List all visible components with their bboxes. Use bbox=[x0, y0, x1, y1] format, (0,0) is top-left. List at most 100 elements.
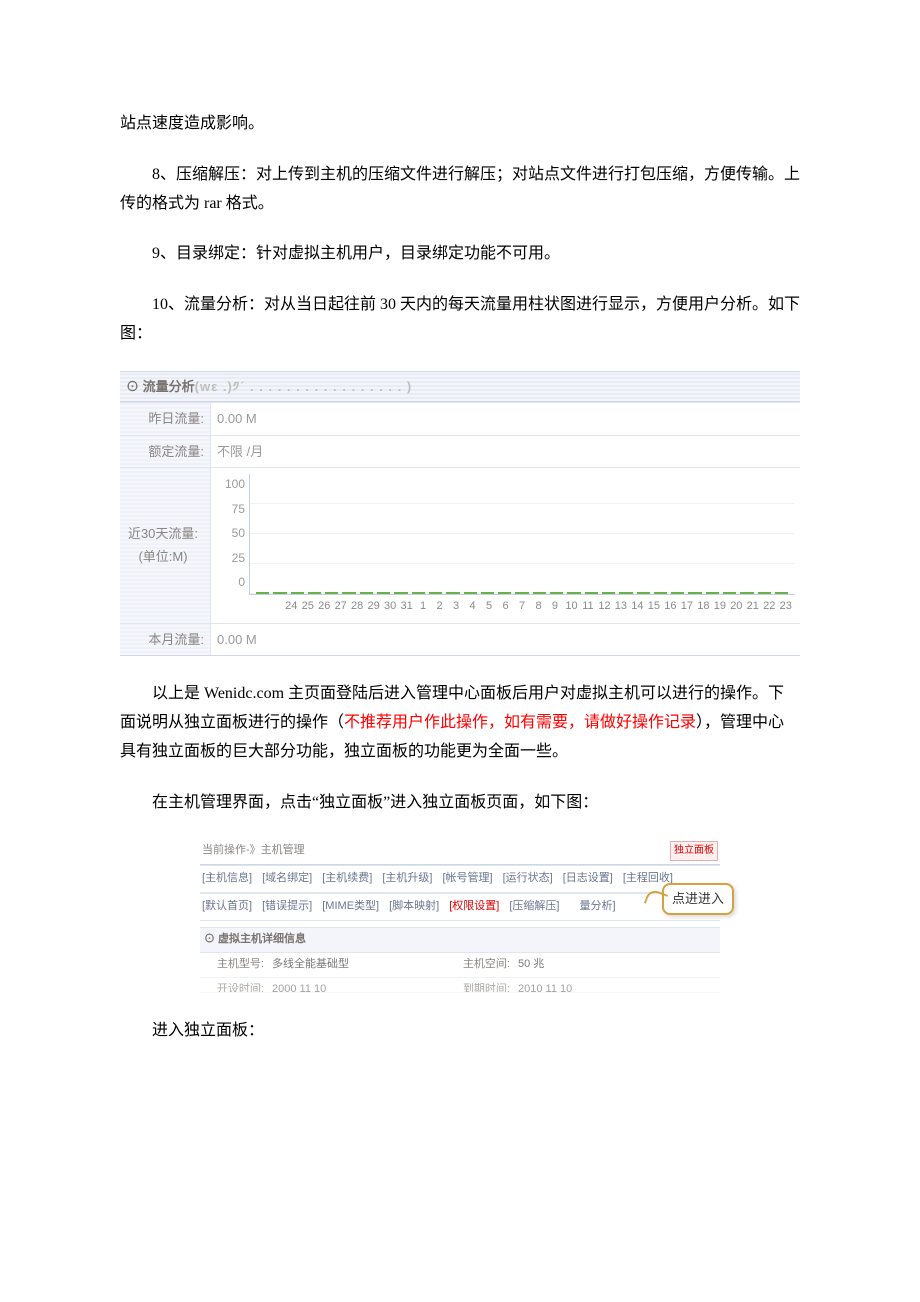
chart-bar bbox=[412, 592, 425, 594]
host-nav-row-1: [主机信息] [域名绑定] [主机续费] [主机升级] [帐号管理] [运行状态] [日志设… bbox=[200, 865, 720, 893]
chart-xtick: 10 bbox=[563, 597, 579, 617]
chart-xtick: 27 bbox=[332, 597, 348, 617]
chart-xtick: 22 bbox=[761, 597, 777, 617]
host-expire-time-value: 2010 11 10 bbox=[514, 978, 692, 992]
chart-bar bbox=[585, 592, 598, 594]
host-nav-item[interactable]: [帐号管理] bbox=[443, 869, 493, 889]
yesterday-traffic-value: 0.00 M bbox=[211, 403, 800, 434]
callout-click-enter: 点进进入 bbox=[662, 883, 734, 914]
chart-bar bbox=[291, 592, 304, 594]
chart-bar bbox=[758, 592, 771, 594]
chart-xtick: 28 bbox=[349, 597, 365, 617]
traffic-panel-header: ⊙ 流量分析(wε .)༡ˊ . . . . . . . . . . . . .… bbox=[120, 371, 800, 402]
independent-panel-link[interactable]: 独立面板 bbox=[670, 841, 718, 861]
chart-bar bbox=[308, 592, 321, 594]
breadcrumb: 当前操作-》主机管理 bbox=[202, 841, 305, 861]
chart-ytick: 100 bbox=[225, 474, 245, 496]
paragraph-item-10: 10、流量分析：对从当日起往前 30 天内的每天流量用柱状图进行显示，方便用户分… bbox=[120, 291, 800, 349]
host-space-value: 50 兆 bbox=[514, 953, 692, 977]
chart-bar bbox=[429, 592, 442, 594]
host-detail-row: 主机型号: 多线全能基础型 主机空间: 50 兆 bbox=[200, 953, 720, 978]
chart-bar bbox=[325, 592, 338, 594]
paragraph-item-8: 8、压缩解压：对上传到主机的压缩文件进行解压；对站点文件进行打包压缩，方便传输。… bbox=[120, 161, 800, 219]
chart-bar bbox=[706, 592, 719, 594]
chart-xtick: 29 bbox=[365, 597, 381, 617]
chart-ytick: 75 bbox=[232, 499, 245, 521]
chart-bar bbox=[256, 592, 269, 594]
chart-xtick: 25 bbox=[299, 597, 315, 617]
host-nav-item-permissions[interactable]: [权限设置] bbox=[449, 897, 499, 917]
chart-bar bbox=[446, 592, 459, 594]
host-open-time-label: 开设时间: bbox=[200, 978, 268, 992]
host-nav-row-2: [默认首页] [错误提示] [MIME类型] [脚本映射] [权限设置] [压缩解压] 量分… bbox=[200, 893, 720, 921]
chart-bar bbox=[740, 592, 753, 594]
chart-xtick: 14 bbox=[629, 597, 645, 617]
chart-xtick: 12 bbox=[596, 597, 612, 617]
chart-xtick: 8 bbox=[530, 597, 546, 617]
host-nav-item[interactable]: [MIME类型] bbox=[322, 897, 379, 917]
chart-xtick: 26 bbox=[316, 597, 332, 617]
host-nav-item[interactable]: [默认首页] bbox=[202, 897, 252, 917]
chart-xtick: 13 bbox=[613, 597, 629, 617]
chart-xtick: 21 bbox=[745, 597, 761, 617]
chart-bar bbox=[515, 592, 528, 594]
month-traffic-label: 本月流量: bbox=[120, 624, 211, 655]
chart-bar bbox=[775, 592, 788, 594]
host-nav-item[interactable]: [运行状态] bbox=[503, 869, 553, 889]
paragraph-after-traffic-warning: 不推荐用户作此操作，如有需要，请做好操作记录 bbox=[344, 714, 696, 731]
chart-ytick: 25 bbox=[232, 548, 245, 570]
near30-traffic-chart-cell: 1007550250 24252627282930311234567891011… bbox=[211, 468, 800, 623]
chart-bar bbox=[637, 592, 650, 594]
host-nav-item[interactable]: [压缩解压] bbox=[509, 897, 559, 917]
chart-bar bbox=[481, 592, 494, 594]
month-traffic-value: 0.00 M bbox=[211, 624, 800, 655]
chart-bar bbox=[273, 592, 286, 594]
quota-traffic-value: 不限 /月 bbox=[211, 436, 800, 467]
chart-xtick: 19 bbox=[712, 597, 728, 617]
chart-bar bbox=[498, 592, 511, 594]
chart-xtick: 2 bbox=[431, 597, 447, 617]
host-open-time-value: 2000 11 10 bbox=[268, 978, 446, 992]
host-nav-item[interactable]: [主机续费] bbox=[322, 869, 372, 889]
chart-bar bbox=[377, 592, 390, 594]
chart-bar bbox=[464, 592, 477, 594]
paragraph-host-panel-intro: 在主机管理界面，点击“独立面板”进入独立面板页面，如下图： bbox=[120, 789, 800, 818]
chart-ytick: 0 bbox=[238, 572, 245, 594]
chart-xtick: 4 bbox=[464, 597, 480, 617]
chart-xtick: 1 bbox=[415, 597, 431, 617]
host-nav-item[interactable]: [域名绑定] bbox=[262, 869, 312, 889]
chart-xtick: 6 bbox=[497, 597, 513, 617]
host-space-label: 主机空间: bbox=[446, 953, 514, 977]
host-detail-section-title: ⊙ 虚拟主机详细信息 bbox=[200, 927, 720, 953]
near30-traffic-label: 近30天流量: (单位:M) bbox=[120, 468, 211, 623]
chart-xtick: 7 bbox=[514, 597, 530, 617]
chart-ytick: 50 bbox=[232, 523, 245, 545]
chart-bar bbox=[602, 592, 615, 594]
host-nav-item[interactable]: [脚本映射] bbox=[389, 897, 439, 917]
host-detail-row: 开设时间: 2000 11 10 到期时间: 2010 11 10 bbox=[200, 978, 720, 993]
host-model-label: 主机型号: bbox=[200, 953, 268, 977]
host-nav-item[interactable]: [错误提示] bbox=[262, 897, 312, 917]
chart-xtick: 20 bbox=[728, 597, 744, 617]
chart-xtick: 24 bbox=[283, 597, 299, 617]
host-expire-time-label: 到期时间: bbox=[446, 978, 514, 992]
host-model-value: 多线全能基础型 bbox=[268, 953, 446, 977]
chart-xtick: 16 bbox=[662, 597, 678, 617]
paragraph-item-9: 9、目录绑定：针对虚拟主机用户，目录绑定功能不可用。 bbox=[120, 240, 800, 269]
chart-bar bbox=[550, 592, 563, 594]
chart-bar bbox=[654, 592, 667, 594]
chart-bar bbox=[533, 592, 546, 594]
chart-bar bbox=[688, 592, 701, 594]
host-nav-item[interactable]: [主机信息] bbox=[202, 869, 252, 889]
chart-xtick: 18 bbox=[695, 597, 711, 617]
chart-bar bbox=[567, 592, 580, 594]
traffic-panel-title: 流量分析 bbox=[143, 379, 195, 394]
host-nav-item[interactable]: 量分析] bbox=[579, 897, 615, 917]
host-nav-item[interactable]: [日志设置] bbox=[563, 869, 613, 889]
traffic-bar-chart: 1007550250 24252627282930311234567891011… bbox=[211, 468, 800, 623]
chart-xtick: 11 bbox=[580, 597, 596, 617]
host-nav-item[interactable]: [主机升级] bbox=[382, 869, 432, 889]
chart-xtick: 31 bbox=[398, 597, 414, 617]
quota-traffic-label: 额定流量: bbox=[120, 436, 211, 467]
chart-xtick: 30 bbox=[382, 597, 398, 617]
